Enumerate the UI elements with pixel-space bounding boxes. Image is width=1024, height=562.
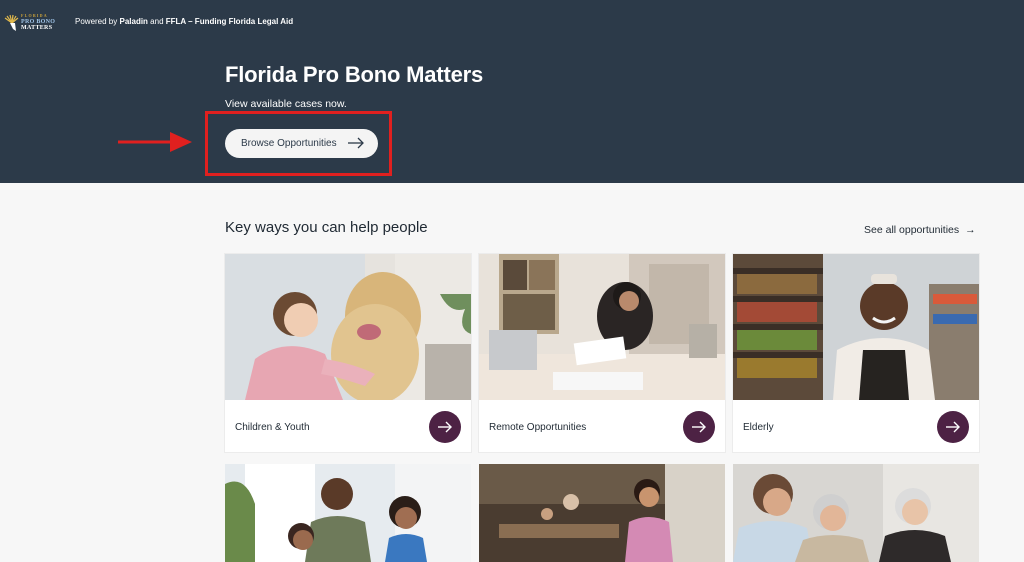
card-arrow-button[interactable] — [683, 411, 715, 443]
card-children-youth[interactable]: Children & Youth — [225, 254, 471, 452]
powered-by-ffla: FFLA – Funding Florida Legal Aid — [165, 17, 294, 26]
section-title: Key ways you can help people — [225, 219, 428, 236]
annotation-highlight-box — [205, 111, 392, 176]
card-label: Remote Opportunities — [489, 422, 587, 433]
card-label: Elderly — [743, 422, 774, 433]
arrow-right-icon — [438, 421, 452, 433]
card-image-children-youth — [225, 254, 471, 400]
annotation-arrow-icon — [118, 132, 192, 152]
hero-banner: FLORIDA PRO BONO MATTERS Powered by Pala… — [0, 0, 1024, 183]
florida-sun-icon — [4, 14, 19, 31]
card-image-family[interactable] — [225, 464, 471, 562]
card-image-elderly — [733, 254, 979, 400]
arrow-right-icon — [946, 421, 960, 433]
arrow-right-icon: → — [965, 224, 976, 236]
card-arrow-button[interactable] — [937, 411, 969, 443]
card-remote-opportunities[interactable]: Remote Opportunities — [479, 254, 725, 452]
card-image-seniors[interactable] — [733, 464, 979, 562]
card-arrow-button[interactable] — [429, 411, 461, 443]
see-all-label: See all opportunities — [864, 224, 960, 236]
arrow-right-icon — [692, 421, 706, 433]
page-subtitle: View available cases now. — [225, 98, 347, 110]
site-logo[interactable]: FLORIDA PRO BONO MATTERS — [4, 12, 66, 34]
powered-by-text: Powered by Paladin and FFLA – Funding Fl… — [75, 17, 293, 26]
card-label: Children & Youth — [235, 422, 310, 433]
powered-and: and — [150, 17, 164, 26]
see-all-opportunities-link[interactable]: See all opportunities → — [864, 224, 976, 236]
logo-line-3: MATTERS — [21, 25, 53, 31]
page-title: Florida Pro Bono Matters — [225, 62, 483, 87]
powered-by-paladin: Paladin — [119, 17, 148, 26]
powered-prefix: Powered by — [75, 17, 118, 26]
card-image-office[interactable] — [479, 464, 725, 562]
card-image-remote-opportunities — [479, 254, 725, 400]
card-elderly[interactable]: Elderly — [733, 254, 979, 452]
